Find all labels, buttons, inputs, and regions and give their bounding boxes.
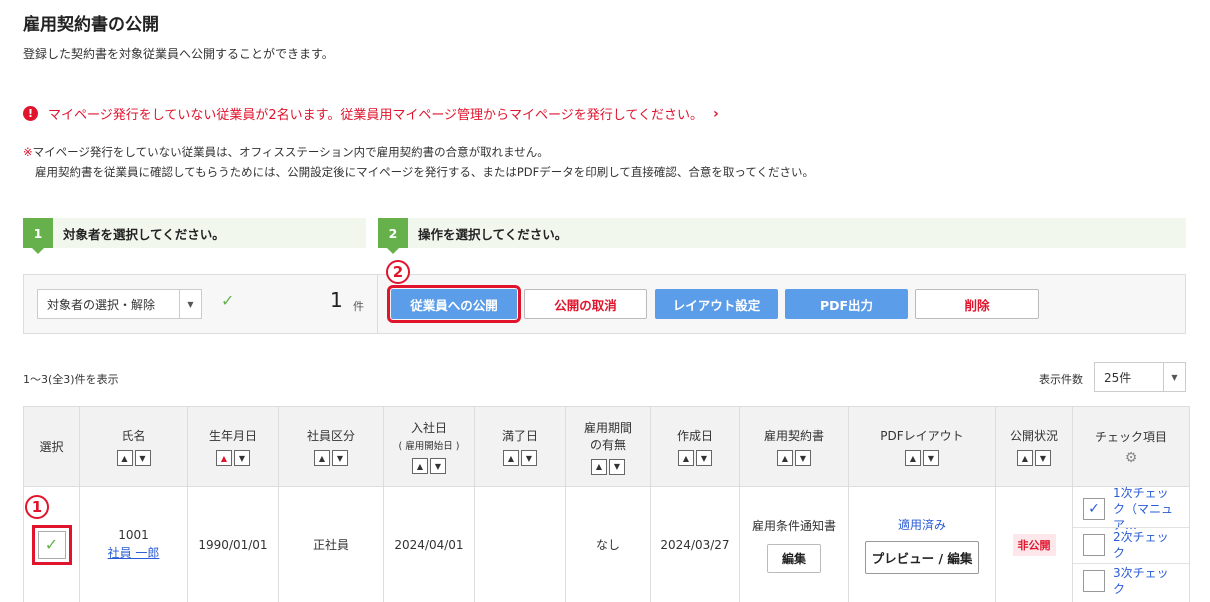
selected-count: 1 [330,288,343,312]
col-pdf-layout: PDFレイアウト ▲ ▼ [848,406,996,487]
check-item-2-checkbox[interactable] [1083,534,1105,556]
per-page-label: 表示件数 [1039,373,1083,386]
step-1-label: 対象者を選択してください。 [63,226,225,242]
sort-desc-icon[interactable]: ▼ [332,450,348,466]
sort-asc-icon[interactable]: ▲ [905,450,921,466]
check-item-3-checkbox[interactable] [1083,570,1105,592]
sort-desc-icon[interactable]: ▼ [795,450,811,466]
col-join: 入社日( 雇用開始日 ) ▲ ▼ [383,406,475,487]
alert-text: マイページ発行をしていない従業員が2名います。従業員用マイページ管理からマイペー… [48,108,704,123]
contract-name: 雇用条件通知書 [751,518,836,533]
col-birth: 生年月日 ▲ ▼ [187,406,279,487]
annotation-badge-1: 1 [25,495,49,519]
sort-asc-icon[interactable]: ▲ [777,450,793,466]
row-select-checkbox[interactable]: ✓ [31,524,72,565]
cell-period: なし [565,486,651,602]
notice-mark: ※ [23,145,33,159]
cell-join: 2024/04/01 [383,486,475,602]
step-1-header: 1 対象者を選択してください。 [23,218,366,254]
selected-count-unit: 件 [353,300,364,313]
check-item-1[interactable]: ✓ 1次チェック（マニュア… [1073,486,1189,532]
cell-expire [474,486,566,602]
notice: ※マイページ発行をしていない従業員は、オフィスステーション内で雇用契約書の合意が… [23,142,814,182]
check-item-3-label[interactable]: 3次チェック [1113,565,1179,597]
sort-asc-icon[interactable]: ▲ [591,458,607,475]
pdf-output-button[interactable]: PDF出力 [785,289,908,319]
per-page-select[interactable]: 25件 ▼ [1094,362,1186,392]
col-status: 公開状況 ▲ ▼ [995,406,1073,487]
sort-desc-icon[interactable]: ▼ [430,458,446,474]
step-1-number: 1 [23,218,53,254]
col-name: 氏名 ▲ ▼ [79,406,188,487]
notice-line-2: 雇用契約書を従業員に確認してもらうためには、公開設定後にマイページを発行する、ま… [35,165,814,179]
col-select: 選択 [23,406,80,487]
cell-contract: 雇用条件通知書 編集 [739,486,849,602]
sort-asc-icon[interactable]: ▲ [314,450,330,466]
sort-desc-icon[interactable]: ▼ [134,450,151,466]
check-item-3[interactable]: 3次チェック [1073,562,1189,599]
employee-name-link[interactable]: 社員 一郎 [80,544,187,561]
cell-name: 1001 社員 一郎 [79,486,188,602]
step-2-number: 2 [378,218,408,254]
per-page-value: 25件 [1104,370,1132,385]
col-period: 雇用期間 の有無 ▲ ▼ [565,406,651,487]
col-expire: 満了日 ▲ ▼ [474,406,566,487]
notice-line-1: マイページ発行をしていない従業員は、オフィスステーション内で雇用契約書の合意が取… [32,145,549,159]
sort-desc-icon[interactable]: ▼ [521,450,537,466]
cell-birth: 1990/01/01 [187,486,279,602]
gear-icon[interactable]: ⚙ [1073,450,1189,466]
sort-asc-icon[interactable]: ▲ [1017,450,1033,466]
layout-applied-link[interactable]: 適用済み [849,516,995,533]
employee-number: 1001 [118,528,149,542]
chevron-down-icon[interactable]: ▼ [179,290,201,318]
sort-asc-icon[interactable]: ▲ [216,450,232,466]
contracts-table: 選択 氏名 ▲ ▼ 生年月日 ▲ ▼ 社員区分 ▲ ▼ 入社日( 雇用開始日 ) ▲ ▼… [23,406,1190,602]
layout-settings-button[interactable]: レイアウト設定 [655,289,778,319]
edit-contract-button[interactable]: 編集 [766,543,821,573]
operations-divider [377,274,378,334]
sort-asc-icon[interactable]: ▲ [678,450,694,466]
step-2-label: 操作を選択してください。 [418,226,568,242]
sort-asc-icon[interactable]: ▲ [412,458,428,474]
check-item-2[interactable]: 2次チェック [1073,526,1189,563]
target-select-label: 対象者の選択・解除 [47,297,156,312]
check-item-2-label[interactable]: 2次チェック [1113,529,1179,561]
check-icon: ✓ [221,291,235,310]
cell-created: 2024/03/27 [650,486,740,602]
col-contract: 雇用契約書 ▲ ▼ [739,406,849,487]
check-item-1-label[interactable]: 1次チェック（マニュア… [1113,485,1179,533]
chevron-down-icon[interactable]: ▼ [1163,363,1185,391]
status-badge: 非公開 [1012,533,1056,556]
range-text: 1～3(全3)件を表示 [23,373,119,386]
unpublish-button[interactable]: 公開の取消 [524,289,647,319]
col-type: 社員区分 ▲ ▼ [278,406,384,487]
sort-desc-icon[interactable]: ▼ [234,450,250,466]
sort-desc-icon[interactable]: ▼ [696,450,712,466]
sort-asc-icon[interactable]: ▲ [503,450,519,466]
exclamation-icon: ! [23,106,38,121]
cell-pdf-layout: 適用済み プレビュー / 編集 [848,486,996,602]
col-checks: チェック項目 ⚙ [1072,406,1190,487]
mypage-alert[interactable]: ! マイページ発行をしていない従業員が2名います。従業員用マイページ管理からマイ… [23,104,719,123]
page-description: 登録した契約書を対象従業員へ公開することができます。 [23,47,334,61]
cell-type: 正社員 [278,486,384,602]
sort-desc-icon[interactable]: ▼ [1035,450,1051,466]
preview-edit-button[interactable]: プレビュー / 編集 [864,540,980,574]
check-item-1-checkbox[interactable]: ✓ [1083,497,1105,520]
annotation-badge-2: 2 [386,260,410,284]
cell-status: 非公開 [995,486,1073,602]
sort-asc-icon[interactable]: ▲ [116,450,133,466]
chevron-right-icon[interactable]: › [713,106,719,122]
sort-desc-icon[interactable]: ▼ [923,450,939,466]
target-select-dropdown[interactable]: 対象者の選択・解除 ▼ [37,289,202,319]
page-title: 雇用契約書の公開 [23,15,159,35]
delete-button[interactable]: 削除 [915,289,1039,319]
table-row: ✓ 1001 社員 一郎 1990/01/01 正社員 2024/04/01 な… [23,486,1190,602]
step-2-header: 2 操作を選択してください。 [378,218,1186,254]
cell-checks: ✓ 1次チェック（マニュア… 2次チェック 3次チェック [1072,486,1190,602]
col-created: 作成日 ▲ ▼ [650,406,740,487]
publish-to-employees-button[interactable]: 従業員への公開 [387,285,521,323]
sort-desc-icon[interactable]: ▼ [609,458,625,475]
